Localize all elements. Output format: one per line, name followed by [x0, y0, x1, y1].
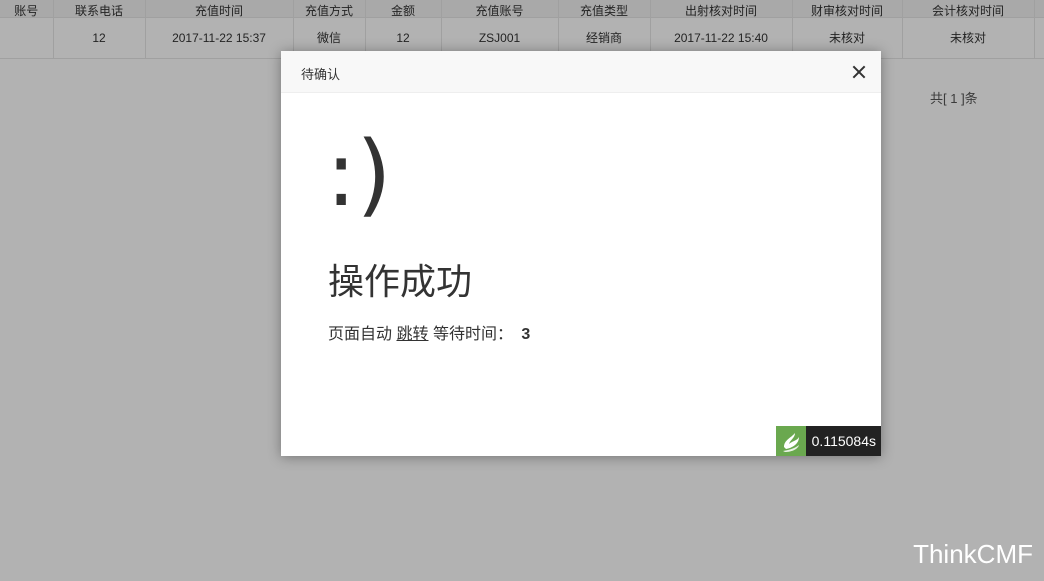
dialog-header: 待确认 — [281, 51, 881, 93]
wait-label: 等待时间： — [432, 326, 513, 343]
trace-toolbar[interactable]: 0.115084s — [775, 426, 881, 456]
runtime-label[interactable]: 0.115084s — [805, 426, 881, 456]
dialog-title: 待确认 — [301, 67, 341, 82]
close-icon[interactable] — [851, 64, 867, 80]
redirect-prefix: 页面自动 — [328, 326, 393, 343]
redirect-notice: 页面自动 跳转 等待时间： 3 — [328, 324, 530, 346]
success-message: 操作成功 — [328, 261, 473, 302]
redirect-link[interactable]: 跳转 — [396, 326, 428, 343]
smiley-emoticon: :) — [326, 122, 392, 227]
confirm-dialog: 待确认 :) 操作成功 页面自动 跳转 等待时间： 3 0.115084s — [281, 51, 881, 456]
thinkcmf-watermark: ThinkCMF — [913, 539, 1033, 569]
wait-countdown: 3 — [521, 326, 531, 343]
thinkphp-trace-icon[interactable] — [775, 426, 806, 456]
